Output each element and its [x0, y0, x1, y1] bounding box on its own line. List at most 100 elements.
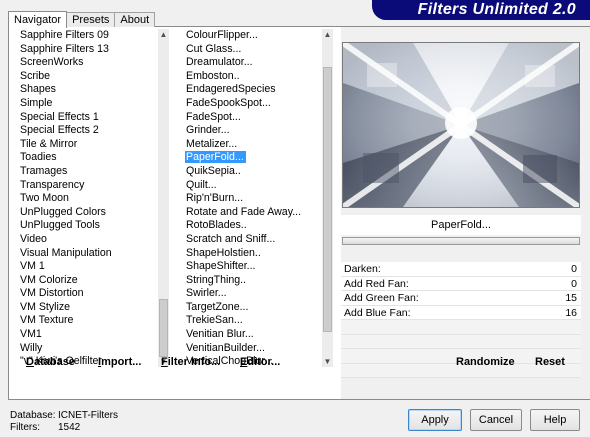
apply-button[interactable]: Apply — [408, 409, 462, 431]
filter-item[interactable]: Rip'n'Burn... — [185, 192, 323, 206]
category-item[interactable]: Shapes — [19, 83, 167, 97]
tab-about[interactable]: About — [114, 12, 156, 27]
reset-button[interactable]: Reset — [535, 356, 565, 368]
filter-item[interactable]: Swirler... — [185, 287, 323, 301]
category-item[interactable]: Willy — [19, 342, 167, 356]
filter-item[interactable]: ColourFlipper... — [185, 29, 323, 43]
category-item[interactable]: VM Texture — [19, 314, 167, 328]
filter-item-label: FadeSpot... — [186, 110, 241, 123]
category-item[interactable]: Sapphire Filters 13 — [19, 43, 167, 57]
selected-filter-name: PaperFold... — [341, 215, 581, 235]
filter-info-button[interactable]: Filter Info... — [161, 356, 220, 368]
filter-item-label: Quilt... — [186, 178, 217, 191]
filter-item[interactable]: Grinder... — [185, 124, 323, 138]
filter-item[interactable]: FadeSpookSpot... — [185, 97, 323, 111]
cancel-button[interactable]: Cancel — [470, 409, 522, 431]
randomize-button[interactable]: Randomize — [456, 356, 515, 368]
filter-item[interactable]: RotoBlades.. — [185, 219, 323, 233]
category-scrollbar[interactable]: ▲ ▼ — [158, 29, 169, 367]
category-item[interactable]: Special Effects 1 — [19, 111, 167, 125]
filter-scrollbar[interactable]: ▲ ▼ — [322, 29, 333, 367]
filter-item[interactable]: TrekieSan... — [185, 314, 323, 328]
filter-item[interactable]: Scratch and Sniff... — [185, 233, 323, 247]
preview-area: PaperFold... Darken: 0 Add Red Fan: 0 Add Gr… — [341, 27, 590, 399]
category-item[interactable]: Toadies — [19, 151, 167, 165]
filter-item[interactable]: Venitian Blur... — [185, 328, 323, 342]
filter-item[interactable]: Quilt... — [185, 179, 323, 193]
param-value[interactable]: 0 — [571, 277, 577, 292]
param-value[interactable]: 0 — [571, 262, 577, 277]
preview-image — [341, 40, 581, 210]
tab-presets[interactable]: Presets — [66, 12, 116, 27]
param-value[interactable]: 15 — [565, 291, 577, 306]
filter-item-label: FadeSpookSpot... — [186, 96, 271, 109]
category-item[interactable]: Video — [19, 233, 167, 247]
editor-button[interactable]: Editor... — [240, 356, 280, 368]
category-item[interactable]: VM 1 — [19, 260, 167, 274]
param-row[interactable]: Add Green Fan: 15 — [341, 291, 581, 306]
scroll-down-arrow-icon[interactable]: ▼ — [322, 356, 333, 367]
filter-item[interactable]: ShapeHolstien.. — [185, 247, 323, 261]
filter-item[interactable]: VenitianBuilder... — [185, 342, 323, 356]
category-item[interactable]: VM Distortion — [19, 287, 167, 301]
category-item[interactable]: Special Effects 2 — [19, 124, 167, 138]
filter-item-label: TargetZone... — [186, 300, 249, 313]
filters-count-label: Filters: — [10, 422, 40, 433]
filter-item[interactable]: Dreamulator... — [185, 56, 323, 70]
filter-item-label: Swirler... — [186, 287, 227, 300]
param-row[interactable]: Add Blue Fan: 16 — [341, 305, 581, 321]
param-row[interactable]: Darken: 0 — [341, 262, 581, 277]
category-item[interactable]: VM Stylize — [19, 301, 167, 315]
scroll-thumb[interactable] — [323, 67, 332, 332]
category-item[interactable]: VM1 — [19, 328, 167, 342]
tab-navigator[interactable]: Navigator — [8, 11, 68, 28]
filter-item[interactable]: PaperFold... — [185, 151, 323, 165]
filter-item-label: TrekieSan... — [186, 314, 243, 327]
param-value[interactable]: 16 — [565, 306, 577, 321]
scroll-thumb[interactable] — [159, 299, 168, 357]
filter-item-label: RotoBlades.. — [186, 219, 247, 232]
filter-item[interactable]: Cut Glass... — [185, 43, 323, 57]
filter-item-label: Rotate and Fade Away... — [186, 205, 302, 218]
filter-item[interactable]: ShapeShifter... — [185, 260, 323, 274]
filter-item-label: Venitian Blur... — [186, 328, 254, 341]
category-item[interactable]: ScreenWorks — [19, 56, 167, 70]
import-button[interactable]: Import... — [98, 356, 141, 368]
category-item[interactable]: Simple — [19, 97, 167, 111]
category-item[interactable]: UnPlugged Tools — [19, 219, 167, 233]
filter-item[interactable]: QuikSepia.. — [185, 165, 323, 179]
filter-item-label: StringThing.. — [186, 273, 247, 286]
filters-count-value: 1542 — [58, 422, 81, 433]
category-item[interactable]: Transparency — [19, 179, 167, 193]
tab-bar: Navigator Presets About — [8, 10, 156, 28]
filter-item[interactable]: Rotate and Fade Away... — [185, 206, 323, 220]
category-item[interactable]: Two Moon — [19, 192, 167, 206]
window-title: Filters Unlimited 2.0 — [417, 1, 576, 18]
category-item[interactable]: UnPlugged Colors — [19, 206, 167, 220]
category-item[interactable]: Scribe — [19, 70, 167, 84]
filter-item[interactable]: EndageredSpecies — [185, 83, 323, 97]
help-button[interactable]: Help — [530, 409, 580, 431]
filter-item[interactable]: FadeSpot... — [185, 111, 323, 125]
category-item[interactable]: VM Colorize — [19, 274, 167, 288]
filter-item[interactable]: StringThing.. — [185, 274, 323, 288]
filter-item[interactable]: Emboston.. — [185, 70, 323, 84]
filter-item[interactable]: Metalizer... — [185, 138, 323, 152]
scroll-up-arrow-icon[interactable]: ▲ — [158, 29, 169, 40]
scroll-up-arrow-icon[interactable]: ▲ — [322, 29, 333, 40]
filter-item-label: Dreamulator... — [186, 56, 253, 69]
category-item[interactable]: Visual Manipulation — [19, 247, 167, 261]
category-list[interactable]: Sapphire Filters 09 Sapphire Filters 13 Sc… — [19, 29, 167, 367]
progress-bar — [342, 237, 580, 245]
category-item[interactable]: Tile & Mirror — [19, 138, 167, 152]
database-button[interactable]: Database — [26, 356, 75, 368]
param-label: Darken: — [344, 263, 381, 275]
filter-item[interactable]: TargetZone... — [185, 301, 323, 315]
category-item[interactable]: Tramages — [19, 165, 167, 179]
filter-item-label: Grinder... — [186, 124, 230, 137]
filter-list[interactable]: ColourFlipper... Cut Glass... Dreamulator.… — [185, 29, 323, 367]
database-value: ICNET-Filters — [58, 410, 118, 421]
param-row[interactable]: Add Red Fan: 0 — [341, 276, 581, 292]
category-item[interactable]: Sapphire Filters 09 — [19, 29, 167, 43]
filter-item-label: Emboston.. — [186, 69, 240, 82]
